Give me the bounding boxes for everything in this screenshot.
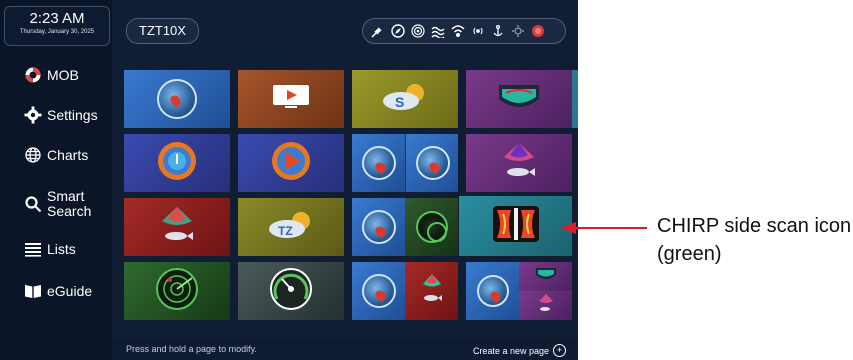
- page-tile[interactable]: [352, 198, 458, 256]
- sidebar-item-mob[interactable]: MOB: [0, 64, 112, 86]
- footer-hint: Press and hold a page to modify.: [126, 344, 257, 354]
- page-tile[interactable]: S: [352, 70, 458, 128]
- sidebar-item-label: eGuide: [47, 283, 93, 299]
- status-bar[interactable]: [362, 18, 566, 44]
- fish-finder-icon: [496, 139, 542, 188]
- page-tile[interactable]: [466, 262, 572, 320]
- search-icon: [24, 195, 42, 213]
- page-tile[interactable]: [238, 134, 344, 192]
- timezero-weather-icon: TZ: [263, 207, 319, 248]
- svg-text:TZ: TZ: [278, 224, 293, 238]
- sidebar-item-settings[interactable]: Settings: [0, 104, 112, 126]
- fish-finder-icon: [154, 203, 200, 252]
- page-tile[interactable]: [124, 70, 230, 128]
- gear-icon: [24, 106, 42, 124]
- callout-label: CHIRP side scan icon (green): [657, 215, 852, 265]
- clock-date: Thursday, January 30, 2025: [19, 29, 95, 35]
- fish-finder-icon: [417, 272, 447, 311]
- display-screen: 2:23 AM Thursday, January 30, 2025 MOB S…: [0, 0, 578, 360]
- page-grid: S TZ: [120, 68, 578, 344]
- callout-text: CHIRP side scan icon (green): [657, 212, 853, 268]
- anchor-icon: [491, 24, 505, 38]
- weather-icon: S: [377, 79, 433, 120]
- svg-text:S: S: [395, 94, 404, 110]
- radar-icon: [415, 211, 448, 243]
- sidebar-item-label: Settings: [47, 107, 98, 123]
- 3d-sonar-icon: [535, 266, 557, 287]
- lifebuoy-icon: [24, 66, 42, 84]
- chirp-side-scan-icon: [491, 204, 541, 249]
- top-bar: TZT10X: [112, 0, 578, 60]
- sidebar-item-smart-search[interactable]: Smart Search: [0, 186, 112, 222]
- sidebar-item-label: Charts: [47, 147, 89, 163]
- wifi-icon: [451, 24, 465, 38]
- create-page-label: Create a new page: [472, 345, 549, 356]
- radar-overlay-icon: [155, 139, 199, 188]
- page-tile[interactable]: [466, 134, 572, 192]
- page-tile[interactable]: [238, 262, 344, 320]
- chart-plotter-icon: [157, 79, 197, 119]
- sidebar-item-eguide[interactable]: eGuide: [0, 280, 112, 302]
- page-tile[interactable]: [124, 262, 230, 320]
- chart-plotter-icon: [415, 146, 450, 180]
- sidebar-item-label: Lists: [47, 241, 76, 257]
- clock-widget[interactable]: 2:23 AM Thursday, January 30, 2025: [4, 6, 110, 46]
- callout-arrow-head: [560, 222, 576, 234]
- list-icon: [24, 240, 42, 258]
- fish-finder-icon: [535, 293, 557, 318]
- page-tile-edge: [572, 70, 578, 128]
- sidebar-item-lists[interactable]: Lists: [0, 238, 112, 260]
- alarm-icon: [511, 24, 525, 38]
- sonar-signal-icon: [411, 24, 425, 38]
- page-tile[interactable]: [352, 262, 458, 320]
- page-tile[interactable]: TZ: [238, 198, 344, 256]
- tide-icon: [431, 24, 445, 38]
- radar-icon: [154, 266, 200, 317]
- chart-plotter-icon: [361, 274, 396, 308]
- book-icon: [24, 282, 42, 300]
- 3d-sonar-icon: [496, 79, 542, 120]
- page-tile[interactable]: [124, 134, 230, 192]
- broadcast-icon: [471, 24, 485, 38]
- instrument-gauge-icon: [268, 266, 314, 317]
- sidebar: 2:23 AM Thursday, January 30, 2025 MOB S…: [0, 0, 112, 360]
- sidebar-item-charts[interactable]: Charts: [0, 144, 112, 166]
- chart-plotter-icon: [361, 210, 396, 244]
- globe-icon: [24, 146, 42, 164]
- footer-bar: Press and hold a page to modify. Create …: [112, 340, 578, 360]
- page-tile[interactable]: [124, 198, 230, 256]
- create-page-button[interactable]: Create a new page +: [473, 344, 566, 357]
- page-tile-chirp-side-scan[interactable]: [459, 196, 572, 256]
- sidebar-item-label: MOB: [47, 67, 79, 83]
- stop-icon: [531, 24, 545, 38]
- satellite-icon: [371, 24, 385, 38]
- chart-plotter-icon: [476, 275, 509, 307]
- video-overlay-icon: [269, 139, 313, 188]
- page-tile[interactable]: [352, 134, 458, 192]
- plus-icon: +: [553, 344, 566, 357]
- page-tile[interactable]: [238, 70, 344, 128]
- sidebar-item-label: Smart Search: [47, 188, 92, 219]
- callout-arrow-line: [575, 227, 647, 229]
- compass-icon: [391, 24, 405, 38]
- video-icon: [271, 83, 311, 116]
- page-tile[interactable]: [466, 70, 572, 128]
- device-name-button[interactable]: TZT10X: [126, 18, 199, 44]
- chart-plotter-icon: [361, 146, 396, 180]
- clock-time: 2:23 AM: [29, 10, 85, 27]
